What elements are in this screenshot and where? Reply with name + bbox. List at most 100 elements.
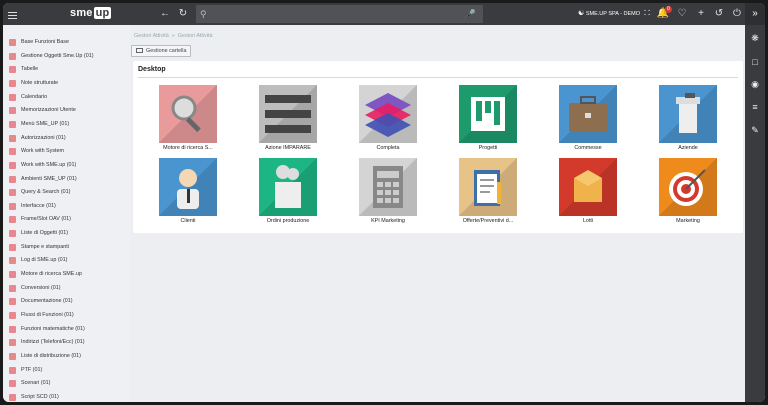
folder-bullet-icon	[9, 161, 16, 169]
gestione-cartella-button[interactable]: Gestione cartella	[131, 45, 192, 57]
history-icon[interactable]: ↺	[712, 3, 726, 25]
sidebar-item-label: Work with System	[21, 148, 65, 155]
sidebar-item[interactable]: Memorizzazioni Utente	[7, 105, 127, 115]
folder-bullet-icon	[9, 312, 16, 319]
sidebar-item-label: Log di SME.up (01)	[21, 257, 68, 264]
sidebar-item[interactable]: Frame/Slot OAV (01)	[7, 214, 127, 224]
sidebar-item[interactable]: Note strutturate	[7, 78, 127, 88]
sidebar-item[interactable]: Work with System	[7, 146, 127, 156]
sidebar-item[interactable]: Liste di Oggetti (01)	[7, 228, 127, 238]
sidebar-item[interactable]: PTF (01)	[7, 365, 127, 375]
desktop-tile[interactable]	[159, 85, 217, 143]
sidebar-item[interactable]: Script SCD (01)	[7, 392, 127, 402]
desktop-tile-label[interactable]: Completa	[348, 145, 428, 151]
desktop-tile[interactable]	[459, 85, 517, 143]
sidebar-item[interactable]: Tabelle	[7, 64, 127, 74]
company-selector[interactable]: ☯ SME.UP SPA - DEMO	[578, 3, 640, 25]
search-input[interactable]: ⚲ 🎤	[196, 5, 483, 23]
sidebar-item-label: Memorizzazioni Utente	[21, 107, 76, 114]
checklist-icon[interactable]: ≡	[745, 102, 765, 112]
sidebar-item[interactable]: Motore di ricerca SME.up	[7, 269, 127, 279]
desktop-tile[interactable]	[659, 85, 717, 143]
sidebar-item[interactable]: Interfacce (01)	[7, 201, 127, 211]
desktop-tile[interactable]	[659, 158, 717, 216]
desktop-tile[interactable]	[559, 158, 617, 216]
sidebar-item-label: Interfacce (01)	[21, 202, 56, 209]
folder-bullet-icon	[9, 380, 16, 388]
factory-icon	[275, 165, 301, 208]
chat-icon[interactable]: □	[745, 57, 765, 67]
sidebar-item-label: Note strutturate	[21, 79, 59, 86]
desktop-tile-label[interactable]: Azione IMPARARE	[248, 145, 328, 151]
folder-bullet-icon	[9, 120, 16, 128]
desktop-tile-label[interactable]: Aziende	[648, 145, 728, 151]
folder-bullet-icon	[9, 134, 16, 142]
sidebar-item[interactable]: Menù SME_UP (01)	[7, 119, 127, 129]
desktop-tile-label[interactable]: Commesse	[548, 145, 628, 151]
desktop-tile[interactable]	[459, 158, 517, 216]
desktop-tile-label[interactable]: Motore di ricerca S...	[148, 145, 228, 151]
sidebar-item[interactable]: Query & Search (01)	[7, 187, 127, 197]
breadcrumb-item[interactable]: Gestori Attività	[178, 33, 213, 39]
desktop-tile-label[interactable]: Ordini produzione	[248, 218, 328, 224]
search-icon: ⚲	[200, 9, 207, 19]
folder-bullet-icon	[9, 243, 16, 251]
target-icon	[669, 169, 706, 206]
desktop-tile[interactable]	[559, 85, 617, 143]
desktop-tile[interactable]	[259, 158, 317, 216]
sidebar-item[interactable]: Documentazione (01)	[7, 296, 127, 306]
sidebar-item[interactable]: Ambienti SME_UP (01)	[7, 174, 127, 184]
desktop-tile[interactable]	[359, 85, 417, 143]
folder-bullet-icon	[9, 107, 16, 115]
sidebar-item[interactable]: Funzioni matematiche (01)	[7, 324, 127, 334]
sidebar-item[interactable]: Log di SME.up (01)	[7, 255, 127, 265]
company-icon: ☯	[578, 10, 585, 17]
desktop-tile-label[interactable]: Offerte/Preventivi d...	[448, 218, 528, 224]
sidebar-item[interactable]: Conversioni (01)	[7, 283, 127, 293]
sidebar-item[interactable]: Stampe e stampanti	[7, 242, 127, 252]
sidebar-item[interactable]: Autorizzazioni (01)	[7, 133, 127, 143]
desktop-tile-label[interactable]: KPI Marketing	[348, 218, 428, 224]
building-icon	[676, 93, 700, 133]
refresh-icon[interactable]: ↻	[176, 3, 190, 25]
hamburger-menu-icon[interactable]	[3, 3, 21, 25]
apps-grid-icon[interactable]: ∷	[640, 3, 654, 25]
desktop-tile-label[interactable]: Progetti	[448, 145, 528, 151]
desktop-tile-label[interactable]: Marketing	[648, 218, 728, 224]
desktop-tile-label[interactable]: Lotti	[548, 218, 628, 224]
sidebar-item[interactable]: Base Funzioni Base	[7, 37, 127, 47]
sidebar-item[interactable]: Work with SME.up (01)	[7, 160, 127, 170]
folder-bullet-icon	[9, 339, 16, 347]
sidebar-item[interactable]: Liste di distribuzione (01)	[7, 351, 127, 361]
power-icon[interactable]: ⏻	[730, 3, 744, 25]
sidebar-item[interactable]: Calendario	[7, 92, 127, 102]
briefcase-icon	[569, 96, 607, 131]
add-icon[interactable]: +	[694, 3, 708, 25]
desktop-tile[interactable]	[159, 158, 217, 216]
sidebar-item-label: Conversioni (01)	[21, 284, 61, 291]
favorite-heart-icon[interactable]: ♡	[675, 3, 689, 25]
back-arrow-icon[interactable]: ←	[158, 3, 172, 25]
breadcrumb: Gestori Attività» Gestori Attività	[134, 33, 216, 39]
notification-badge: 0	[665, 6, 672, 13]
bug-icon[interactable]: ❋	[745, 33, 765, 44]
desktop-tile[interactable]	[259, 85, 317, 143]
desktop-tile-label[interactable]: Clienti	[148, 218, 228, 224]
sidebar-item-label: Ambienti SME_UP (01)	[21, 175, 77, 182]
sidebar-item[interactable]: Flussi di Funzioni (01)	[7, 310, 127, 320]
folder-bullet-icon	[9, 175, 16, 183]
folder-bullet-icon	[9, 284, 16, 292]
eye-icon[interactable]: ◉	[745, 79, 765, 90]
expand-panel-icon[interactable]: »	[745, 3, 765, 25]
sidebar-item[interactable]: Scenari (01)	[7, 378, 127, 388]
pencil-icon[interactable]: ✎	[745, 125, 765, 136]
divider	[138, 77, 738, 78]
sidebar-item[interactable]: Indirizzi (Telefoni/Ecc) (01)	[7, 337, 127, 347]
desktop-tile[interactable]	[359, 158, 417, 216]
breadcrumb-item[interactable]: Gestori Attività	[134, 33, 169, 39]
sidebar-item[interactable]: Gestione Oggetti Sme.Up (01)	[7, 51, 127, 61]
sidebar-item-label: Liste di Oggetti (01)	[21, 230, 69, 237]
folder-bullet-icon	[9, 230, 16, 238]
microphone-icon[interactable]: 🎤	[465, 5, 476, 23]
top-bar: sme up ← ↻ ⚲ 🎤 ☯ SME.UP SPA - DEMO ∷ 🔔 0 …	[3, 3, 765, 25]
